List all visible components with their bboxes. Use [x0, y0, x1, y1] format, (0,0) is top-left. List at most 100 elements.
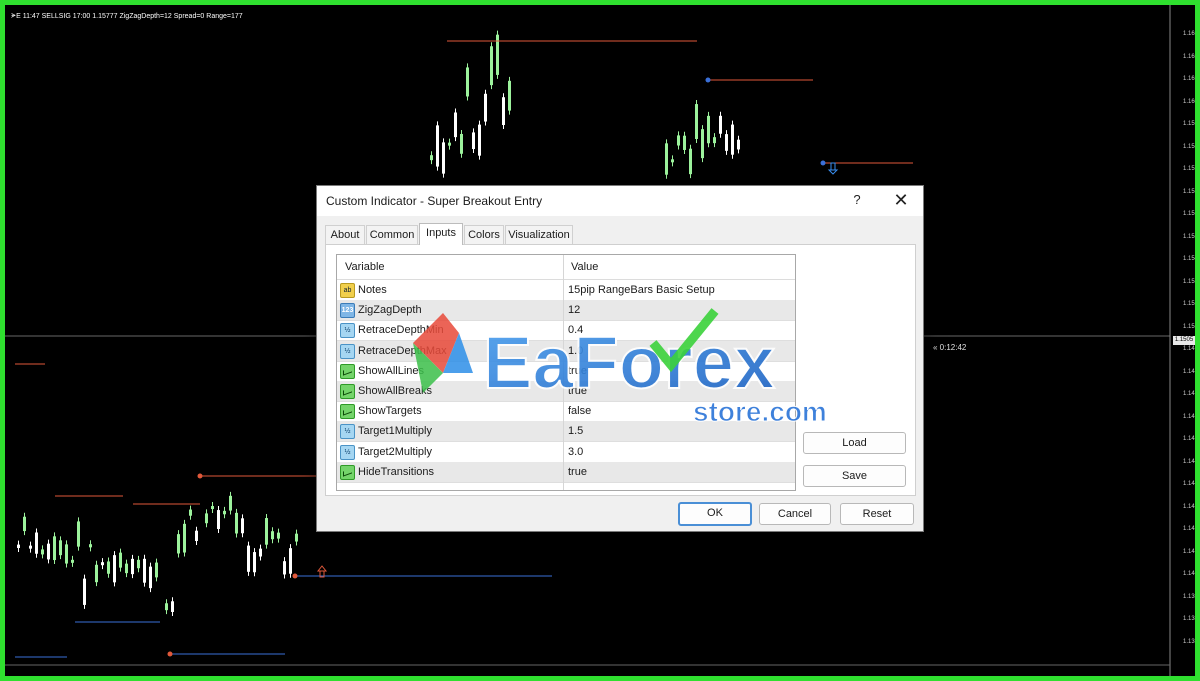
candle-body	[713, 137, 716, 144]
input-row[interactable]: 123 ZigZagDepth 12	[337, 300, 795, 322]
input-value[interactable]: 1.5	[568, 425, 583, 437]
input-row[interactable]: ab Notes 15pip RangeBars Basic Setup	[337, 280, 795, 301]
candle-body	[95, 564, 98, 583]
price-axis-label: 1.1422	[1183, 526, 1200, 532]
candle-body	[149, 566, 152, 589]
bar-timer: « 0:12:42	[933, 343, 967, 352]
price-axis-label: 1.1459	[1183, 436, 1200, 442]
candle-body	[665, 143, 668, 175]
price-axis-label: 1.1477	[1183, 391, 1200, 397]
candle-body	[205, 513, 208, 524]
chart-status-line: ᗘE 11:47 SELLSIG 17:00 1.15777 ZigZagDep…	[11, 13, 243, 20]
input-value[interactable]: true	[568, 365, 587, 377]
candle-body	[113, 555, 116, 583]
candle-body	[689, 148, 692, 175]
cancel-button[interactable]: Cancel	[759, 503, 831, 525]
candle-body	[508, 80, 511, 111]
input-value[interactable]: true	[568, 466, 587, 478]
input-row[interactable]: ½ RetraceDepthMax 1.0	[337, 340, 795, 362]
input-value[interactable]: 0.4	[568, 324, 583, 336]
price-axis-label: 1.1385	[1183, 616, 1200, 622]
candle-body	[89, 544, 92, 548]
tab-colors[interactable]: Colors	[464, 225, 504, 244]
zigzag-pivot-dot	[820, 160, 826, 166]
ok-button[interactable]: OK	[678, 502, 752, 526]
input-row[interactable]: ½ Target1Multiply 1.5	[337, 421, 795, 443]
tab-visualization[interactable]: Visualization	[505, 225, 573, 244]
input-value[interactable]: 1.0	[568, 345, 583, 357]
candle-body	[502, 97, 505, 126]
input-row[interactable]: ½ Target2Multiply 3.0	[337, 442, 795, 463]
candle-body	[683, 135, 686, 150]
input-variable-name: RetraceDepthMin	[358, 324, 444, 337]
candle-body	[253, 552, 256, 573]
candle-body	[177, 534, 180, 554]
boolean-type-icon	[340, 464, 355, 480]
tab-about[interactable]: About	[325, 225, 365, 244]
zigzag-pivot-dot	[167, 651, 173, 657]
sell-arrow-icon	[827, 162, 839, 175]
candle-body	[460, 133, 463, 154]
candle-body	[17, 544, 20, 549]
candle-body	[35, 532, 38, 554]
candle-body	[295, 533, 298, 542]
price-axis-label: 1.1394	[1183, 593, 1200, 600]
input-variable-name: Target1Multiply	[358, 425, 432, 438]
tab-inputs[interactable]: Inputs	[419, 223, 463, 245]
inputs-panel: Variable Value ab Notes 15pip RangeBars Ba…	[325, 244, 916, 496]
candle-body	[436, 125, 439, 167]
fraction-icon: ½	[340, 424, 355, 440]
input-value[interactable]: 12	[568, 304, 580, 316]
price-axis-label: 1.1551	[1183, 233, 1200, 240]
price-axis-label: 1.1578	[1183, 166, 1200, 172]
candle-body	[77, 521, 80, 547]
input-row[interactable]: ShowTargets false	[337, 401, 795, 423]
candle-body	[65, 544, 68, 564]
dialog-title: Custom Indicator - Super Breakout Entry	[326, 194, 543, 208]
column-separator[interactable]	[563, 255, 564, 490]
current-price-tag: 1.1505	[1173, 336, 1195, 345]
inputs-grid[interactable]: Variable Value ab Notes 15pip RangeBars Ba…	[336, 254, 796, 491]
candle-body	[217, 510, 220, 530]
candle-body	[23, 516, 26, 532]
price-axis-label: 1.1524	[1183, 301, 1200, 307]
price-axis-label: 1.1614	[1183, 76, 1200, 82]
input-value[interactable]: false	[568, 405, 591, 417]
candle-body	[466, 67, 469, 97]
candle-body	[283, 561, 286, 575]
input-row[interactable]: ½ RetraceDepthMin 0.4	[337, 320, 795, 342]
load-button[interactable]: Load	[803, 432, 906, 454]
candle-body	[719, 115, 722, 134]
app-frame: ᗘE 11:47 SELLSIG 17:00 1.15777 ZigZagDep…	[0, 0, 1200, 681]
candle-body	[165, 603, 168, 611]
input-row[interactable]: ShowAllBreaks true	[337, 381, 795, 402]
input-value[interactable]: 15pip RangeBars Basic Setup	[568, 284, 715, 296]
input-row[interactable]: HideTransitions true	[337, 461, 795, 483]
price-axis-label: 1.1376	[1183, 638, 1200, 645]
column-value-header[interactable]: Value	[571, 261, 598, 273]
input-value[interactable]: 3.0	[568, 446, 583, 458]
close-button[interactable]: ✕	[891, 190, 911, 210]
column-variable-header[interactable]: Variable	[345, 261, 385, 273]
candle-body	[229, 495, 232, 511]
candle-body	[125, 563, 128, 574]
save-button[interactable]: Save	[803, 465, 906, 487]
grid-header: Variable Value	[337, 255, 795, 280]
candle-body	[490, 46, 493, 86]
candle-body	[731, 124, 734, 155]
candle-body	[671, 159, 674, 163]
candle-body	[223, 510, 226, 515]
price-axis-label: 1.1560	[1183, 211, 1200, 217]
reset-button[interactable]: Reset	[840, 503, 914, 525]
indicator-dialog: Custom Indicator - Super Breakout Entry …	[316, 185, 924, 532]
help-button[interactable]: ?	[849, 192, 865, 210]
input-value[interactable]: true	[568, 385, 587, 397]
tab-common[interactable]: Common	[366, 225, 418, 244]
candle-body	[442, 142, 445, 174]
candle-body	[131, 558, 134, 575]
price-axis-label: 1.1587	[1183, 143, 1200, 150]
input-row[interactable]: ShowAllLines true	[337, 361, 795, 382]
zigzag-pivot-dot	[705, 77, 711, 83]
candle-body	[107, 561, 110, 574]
dialog-titlebar[interactable]: Custom Indicator - Super Breakout Entry …	[317, 186, 923, 216]
